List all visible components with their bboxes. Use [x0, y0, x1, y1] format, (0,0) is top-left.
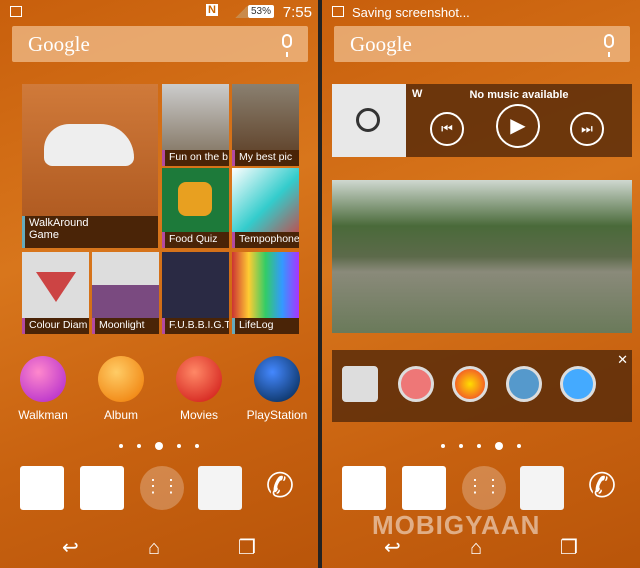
music-status: No music available — [469, 89, 569, 101]
tile-subtitle: Game — [29, 229, 59, 241]
tile-title: Moonlight — [92, 318, 159, 334]
google-search-bar[interactable]: Google — [12, 26, 308, 62]
app-drawer-button[interactable]: ⋮⋮ — [140, 466, 184, 510]
tile-title: WalkAround — [29, 217, 89, 229]
home-icon[interactable]: ⌂ — [148, 537, 160, 560]
google-logo: Google — [28, 32, 90, 56]
settings-tools-icon[interactable]: ✕ — [617, 352, 628, 368]
tile-lifelog[interactable]: LifeLog — [232, 252, 299, 334]
play-store-icon[interactable] — [520, 466, 564, 510]
back-icon[interactable]: ↩ — [62, 535, 79, 560]
album-art — [332, 84, 406, 157]
back-icon[interactable]: ↩ — [384, 535, 401, 560]
tile-title: LifeLog — [232, 318, 299, 334]
page-indicator — [322, 437, 640, 455]
app-playstation[interactable]: PlayStation — [242, 356, 312, 422]
tile-walkaround[interactable]: WalkAround Game — [22, 84, 158, 248]
app-label: Album — [103, 408, 138, 422]
mic-icon[interactable] — [282, 34, 292, 57]
tile-title: Colour Diam — [22, 318, 89, 334]
tile-title: My best pic — [232, 150, 299, 166]
screenshot-icon — [10, 6, 22, 17]
camera-icon[interactable] — [342, 366, 378, 402]
status-bar: Saving screenshot... — [322, 0, 640, 24]
status-bar: N 53% 7:55 — [0, 0, 318, 24]
battery-icon: 53% — [247, 5, 274, 18]
clock: 7:55 — [282, 4, 312, 21]
photo-widget[interactable] — [332, 180, 632, 333]
effects-icon[interactable] — [452, 366, 488, 402]
phone-icon[interactable]: ✆ — [258, 466, 302, 510]
phone-icon[interactable]: ✆ — [580, 466, 624, 510]
tile-best-pic[interactable]: My best pic — [232, 84, 299, 166]
movies-icon — [176, 356, 222, 402]
playstation-icon — [254, 356, 300, 402]
app-walkman[interactable]: Walkman — [8, 356, 78, 422]
app-label: Walkman — [18, 408, 68, 422]
tile-colour-diamond[interactable]: Colour Diam — [22, 252, 89, 334]
app-movies[interactable]: Movies — [164, 356, 234, 422]
google-search-bar[interactable]: Google — [334, 26, 630, 62]
page-indicator — [0, 437, 318, 455]
recents-icon[interactable]: ❐ — [560, 535, 578, 560]
tile-tempophone[interactable]: Tempophone — [232, 168, 299, 248]
tile-title: Tempophone — [232, 232, 299, 248]
walkman-icon — [20, 356, 66, 402]
previous-button[interactable]: ⏮ — [430, 112, 464, 146]
album-icon[interactable] — [398, 366, 434, 402]
tile-food-quiz[interactable]: Food Quiz — [162, 168, 229, 248]
tile-title: F.U.B.B.I.G.T — [162, 318, 229, 334]
signal-icon — [234, 6, 248, 18]
media-apps-folder[interactable] — [80, 466, 124, 510]
app-album[interactable]: Album — [86, 356, 156, 422]
nfc-icon: N — [206, 4, 218, 16]
home-icon[interactable]: ⌂ — [470, 537, 482, 560]
recents-icon[interactable]: ❐ — [238, 535, 256, 560]
tile-fubbigt[interactable]: F.U.B.B.I.G.T — [162, 252, 229, 334]
tools-widget: ✕ — [332, 350, 632, 422]
right-homescreen: Saving screenshot... Google W No music a… — [322, 0, 640, 568]
left-homescreen: N 53% 7:55 Google WalkAround Game Fun on … — [0, 0, 318, 568]
app-label: PlayStation — [246, 408, 308, 422]
media-apps-folder[interactable] — [402, 466, 446, 510]
shoe-icon — [44, 124, 134, 166]
music-widget: W No music available ⏮ ▶ ⏭ — [332, 84, 632, 157]
app-drawer-button[interactable]: ⋮⋮ — [462, 466, 506, 510]
mic-icon[interactable] — [604, 34, 614, 57]
tile-fun[interactable]: Fun on the b — [162, 84, 229, 166]
tile-moonlight[interactable]: Moonlight — [92, 252, 159, 334]
album-icon — [98, 356, 144, 402]
screenshot-icon — [332, 6, 344, 17]
diamond-icon — [36, 272, 76, 322]
play-store-icon[interactable] — [198, 466, 242, 510]
travel-icon[interactable] — [560, 366, 596, 402]
play-button[interactable]: ▶ — [496, 104, 540, 148]
google-logo: Google — [350, 32, 412, 56]
notification-text: Saving screenshot... — [352, 5, 470, 20]
google-apps-folder[interactable] — [342, 466, 386, 510]
next-button[interactable]: ⏭ — [570, 112, 604, 146]
sketch-icon[interactable] — [506, 366, 542, 402]
app-label: Movies — [179, 408, 218, 422]
tile-title: Fun on the b — [162, 150, 229, 166]
tile-title: Food Quiz — [162, 232, 229, 248]
google-apps-folder[interactable] — [20, 466, 64, 510]
burger-icon — [178, 182, 212, 216]
